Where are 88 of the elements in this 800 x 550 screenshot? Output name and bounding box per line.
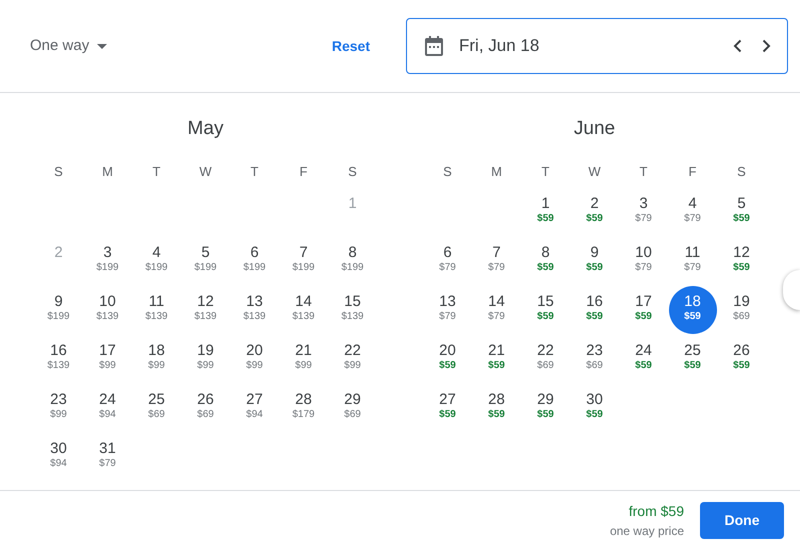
calendar-date[interactable]: 7 $79: [472, 236, 520, 284]
calendar-date[interactable]: 8 $59: [522, 236, 570, 284]
calendar-date[interactable]: 9 $199: [34, 286, 82, 334]
calendar-date[interactable]: 12 $59: [718, 236, 766, 284]
caret-icon: [97, 44, 108, 48]
calendar-date[interactable]: 24 $59: [620, 334, 668, 382]
calendar-date[interactable]: 10 $139: [84, 286, 132, 334]
calendar-date[interactable]: 23 $69: [570, 334, 618, 382]
weekday-label: T: [250, 164, 258, 178]
calendar-date[interactable]: 11 $139: [132, 286, 180, 334]
calendar-date[interactable]: 29 $69: [328, 384, 376, 432]
calendar-date[interactable]: 3 $79: [620, 188, 668, 236]
calendar-date[interactable]: 5 $199: [182, 236, 230, 284]
selected-date[interactable]: 18 $59: [668, 286, 716, 334]
calendar-date[interactable]: 27 $94: [230, 384, 278, 432]
calendar-date[interactable]: 21 $99: [280, 334, 328, 382]
price-note: one way price: [610, 523, 684, 540]
calendar-date: 2: [34, 236, 82, 284]
calendar-date[interactable]: 19 $99: [182, 334, 230, 382]
date-field[interactable]: Fri, Jun 18: [406, 18, 788, 74]
calendar-date[interactable]: 13 $79: [424, 286, 472, 334]
calendar-date[interactable]: 18 $99: [132, 334, 180, 382]
calendar-date[interactable]: 2 $59: [570, 188, 618, 236]
date-input[interactable]: Fri, Jun 18: [459, 33, 579, 59]
trip-type-dropdown[interactable]: One way: [30, 30, 108, 62]
calendar-date[interactable]: 15 $59: [522, 286, 570, 334]
calendar-icon: [425, 36, 443, 56]
calendar-date[interactable]: 4 $79: [668, 188, 716, 236]
calendar-date[interactable]: 6 $79: [424, 236, 472, 284]
weekday-label: F: [300, 164, 308, 178]
calendar-date[interactable]: 26 $59: [718, 334, 766, 382]
calendar-date[interactable]: 16 $59: [570, 286, 618, 334]
calendar-date[interactable]: 28 $179: [280, 384, 328, 432]
calendar-date[interactable]: 10 $79: [620, 236, 668, 284]
calendar-date[interactable]: 20 $59: [424, 334, 472, 382]
calendar-date[interactable]: 28 $59: [472, 384, 520, 432]
weekday-label: T: [152, 164, 160, 178]
weekday-label: S: [737, 164, 746, 178]
chevron-left-icon: [733, 38, 742, 53]
calendar-date[interactable]: 5 $59: [718, 188, 766, 236]
calendar-date[interactable]: 29 $59: [522, 384, 570, 432]
month-title: May: [186, 117, 224, 141]
calendar-date[interactable]: 30 $59: [570, 384, 618, 432]
calendar-date[interactable]: 14 $79: [472, 286, 520, 334]
calendar-date[interactable]: 9 $59: [570, 236, 618, 284]
month-title: June: [572, 117, 616, 141]
calendar-date[interactable]: 20 $99: [230, 334, 278, 382]
calendar-date[interactable]: 1 $59: [522, 188, 570, 236]
calendar-date[interactable]: 3 $199: [84, 236, 132, 284]
calendar-date: 1: [328, 188, 376, 236]
weekday-label: T: [542, 164, 550, 178]
calendar-date[interactable]: 13 $139: [230, 286, 278, 334]
calendar-date[interactable]: 6 $199: [230, 236, 278, 284]
calendar-date[interactable]: 11 $79: [668, 236, 716, 284]
chevron-right-icon: [762, 38, 771, 53]
weekday-label: F: [688, 164, 696, 178]
calendar-date[interactable]: 21 $59: [472, 334, 520, 382]
calendar-date[interactable]: 24 $94: [84, 384, 132, 432]
weekday-label: W: [199, 164, 212, 178]
calendar-date[interactable]: 22 $69: [522, 334, 570, 382]
calendar-date[interactable]: 4 $199: [132, 236, 180, 284]
weekday-label: S: [348, 164, 357, 178]
calendar-date[interactable]: 25 $59: [668, 334, 716, 382]
calendar-date[interactable]: 19 $69: [718, 286, 766, 334]
calendar-date[interactable]: 17 $59: [620, 286, 668, 334]
calendar-date[interactable]: 30 $94: [34, 432, 82, 480]
calendar-date[interactable]: 16 $139: [34, 334, 82, 382]
calendar-date[interactable]: 26 $69: [182, 384, 230, 432]
calendar-date[interactable]: 12 $139: [182, 286, 230, 334]
calendar-date[interactable]: 7 $199: [280, 236, 328, 284]
calendar-date[interactable]: 23 $99: [34, 384, 82, 432]
done-button[interactable]: Done: [700, 502, 784, 539]
weekday-label: M: [491, 164, 502, 178]
calendar-date[interactable]: 27 $59: [424, 384, 472, 432]
lowest-price: from $59: [628, 502, 684, 521]
calendar-date[interactable]: 17 $99: [84, 334, 132, 382]
weekday-label: W: [588, 164, 601, 178]
weekday-label: M: [102, 164, 113, 178]
calendar-date[interactable]: 8 $199: [328, 236, 376, 284]
calendar-date[interactable]: 25 $69: [132, 384, 180, 432]
weekday-label: S: [443, 164, 452, 178]
reset-button[interactable]: Reset: [326, 34, 376, 58]
calendar-date[interactable]: 14 $139: [280, 286, 328, 334]
calendar-date[interactable]: 31 $79: [84, 432, 132, 480]
weekday-label: S: [54, 164, 63, 178]
weekday-label: T: [640, 164, 648, 178]
calendar-date[interactable]: 22 $99: [328, 334, 376, 382]
calendar-date[interactable]: 15 $139: [328, 286, 376, 334]
